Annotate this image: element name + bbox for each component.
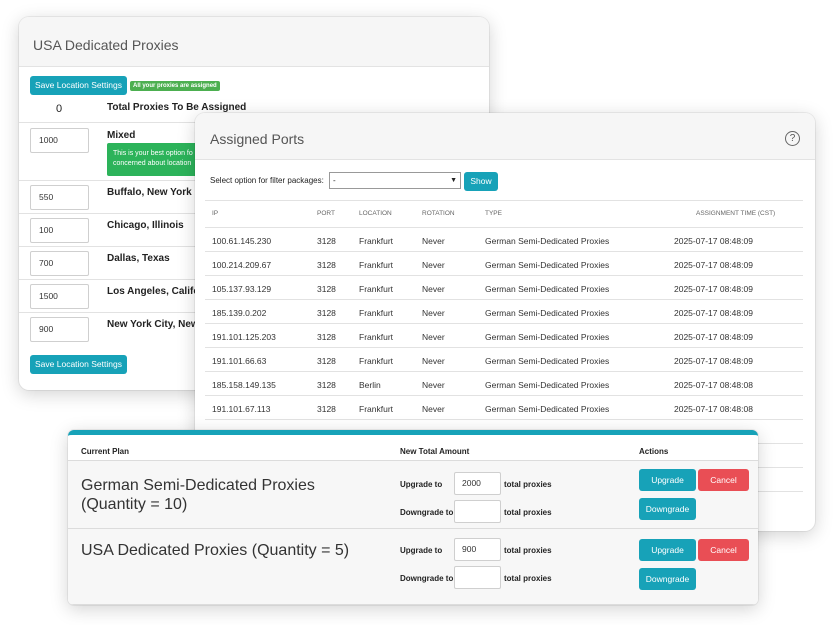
cancel-button[interactable]: Cancel	[698, 539, 749, 561]
table-row: 100.214.209.67 3128 Frankfurt Never German S…	[205, 251, 803, 275]
downgrade-quantity-input[interactable]	[454, 500, 501, 523]
total-to-assign-count: 0	[56, 103, 63, 115]
plan-table-header: Current Plan New Total Amount Actions	[68, 435, 758, 461]
mixed-info-note: This is your best option fo concerned ab…	[107, 143, 207, 176]
upgrade-to-label: Upgrade to	[400, 546, 443, 555]
table-row: 185.158.149.135 3128 Berlin Never German Sem…	[205, 371, 803, 395]
upgrade-button[interactable]: Upgrade	[639, 539, 696, 561]
downgrade-button[interactable]: Downgrade	[639, 498, 696, 520]
total-proxies-label: total proxies	[504, 480, 552, 489]
total-proxies-label: total proxies	[504, 546, 552, 555]
column-header-actions: Actions	[639, 447, 669, 456]
table-row: 191.101.66.63 3128 Frankfurt Never German Se…	[205, 347, 803, 371]
plan-name: German Semi-Dedicated Proxies (Quantity …	[81, 477, 315, 513]
table-row: 100.61.145.230 3128 Frankfurt Never German S…	[205, 227, 803, 251]
chevron-down-icon: ▼	[450, 177, 457, 184]
save-location-settings-button[interactable]: Save Location Settings	[30, 355, 127, 374]
question-circle-icon[interactable]: ?	[785, 131, 800, 146]
assigned-status-badge: All your proxies are assigned	[130, 81, 220, 91]
filter-label: Select option for filter packages:	[210, 176, 324, 185]
location-quantity-input[interactable]: 550	[30, 185, 89, 210]
upgrade-quantity-input[interactable]: 2000	[454, 472, 501, 495]
column-header-new-total: New Total Amount	[400, 447, 470, 456]
total-proxies-label: total proxies	[504, 574, 552, 583]
location-quantity-input[interactable]: 900	[30, 317, 89, 342]
total-to-assign-label: Total Proxies To Be Assigned	[107, 102, 247, 113]
panel-title: Assigned Ports	[195, 113, 815, 160]
column-header-time: ASSIGNMENT TIME (CST)	[696, 210, 776, 217]
upgrade-quantity-input[interactable]: 900	[454, 538, 501, 561]
filter-packages-select[interactable]: - ▼	[329, 172, 461, 189]
cancel-button[interactable]: Cancel	[698, 469, 749, 491]
location-quantity-input[interactable]: 1000	[30, 128, 89, 153]
table-row: 191.101.67.113 3128 Frankfurt Never German S…	[205, 395, 803, 419]
plan-row: USA Dedicated Proxies (Quantity = 5) Upg…	[68, 529, 758, 605]
column-header-type: TYPE	[485, 210, 502, 217]
table-row: 185.139.0.202 3128 Frankfurt Never German Se…	[205, 299, 803, 323]
upgrade-to-label: Upgrade to	[400, 480, 443, 489]
location-name: Mixed	[107, 130, 136, 141]
show-button[interactable]: Show	[464, 172, 498, 191]
downgrade-to-label: Downgrade to	[400, 508, 454, 517]
table-row: 191.101.125.203 3128 Frankfurt Never German …	[205, 323, 803, 347]
save-location-settings-button[interactable]: Save Location Settings	[30, 76, 127, 95]
column-header-rotation: ROTATION	[422, 210, 455, 217]
plan-row: German Semi-Dedicated Proxies (Quantity …	[68, 461, 758, 529]
downgrade-to-label: Downgrade to	[400, 574, 454, 583]
table-row: 105.137.93.129 3128 Frankfurt Never German S…	[205, 275, 803, 299]
location-quantity-input[interactable]: 700	[30, 251, 89, 276]
plan-change-panel: Current Plan New Total Amount Actions Ge…	[68, 430, 758, 605]
plan-name: USA Dedicated Proxies (Quantity = 5)	[81, 542, 350, 559]
downgrade-quantity-input[interactable]	[454, 566, 501, 589]
location-quantity-input[interactable]: 100	[30, 218, 89, 243]
column-header-ip: IP	[212, 210, 219, 217]
column-header-location: LOCATION	[359, 210, 392, 217]
total-proxies-label: total proxies	[504, 508, 552, 517]
upgrade-button[interactable]: Upgrade	[639, 469, 696, 491]
location-name: Chicago, Illinois	[107, 220, 184, 231]
downgrade-button[interactable]: Downgrade	[639, 568, 696, 590]
location-name: Dallas, Texas	[107, 253, 170, 264]
location-quantity-input[interactable]: 1500	[30, 284, 89, 309]
column-header-current-plan: Current Plan	[81, 447, 130, 456]
location-name: Buffalo, New York	[107, 187, 192, 198]
panel-title: USA Dedicated Proxies	[19, 17, 489, 67]
column-header-port: PORT	[317, 210, 335, 217]
location-name: New York City, New Y	[107, 319, 208, 330]
